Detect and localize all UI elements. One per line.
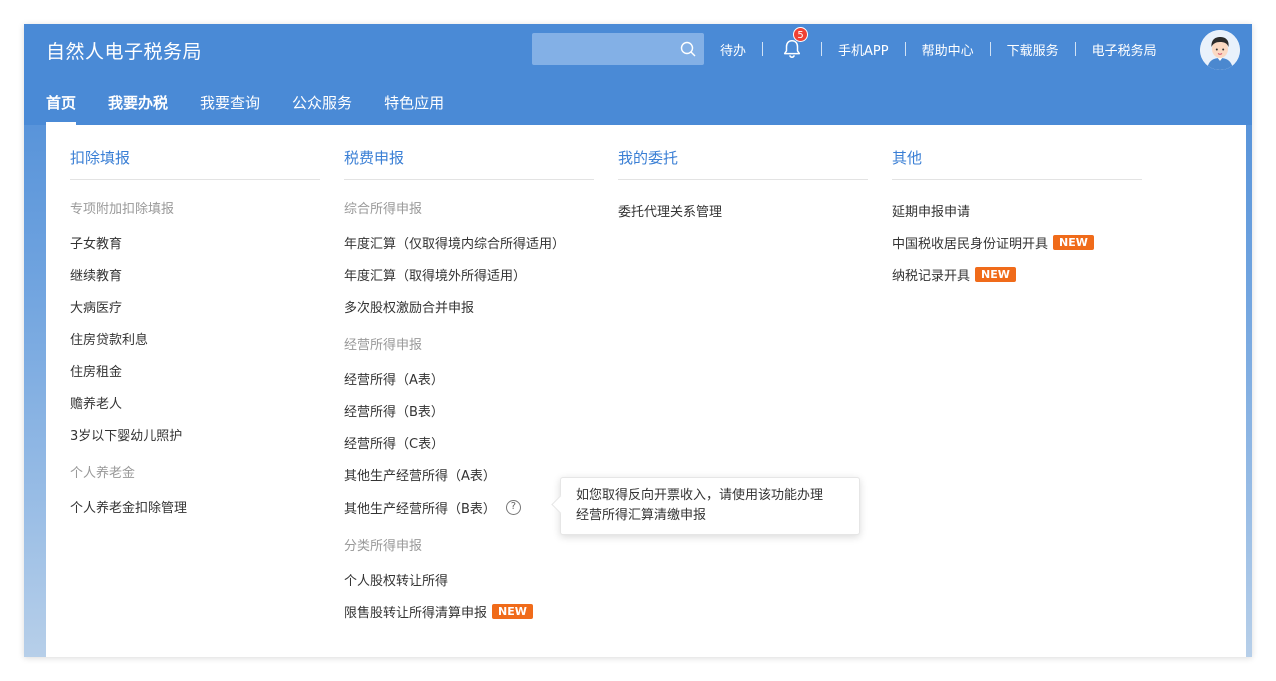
- menu-item-equity-transfer[interactable]: 个人股权转让所得: [344, 570, 448, 589]
- tab-home[interactable]: 首页: [46, 92, 77, 125]
- tab-special-apps[interactable]: 特色应用: [384, 92, 444, 125]
- search-input[interactable]: [532, 33, 704, 65]
- divider: [70, 179, 320, 180]
- declare-title[interactable]: 税费申报: [344, 147, 404, 168]
- deduction-title[interactable]: 扣除填报: [70, 147, 130, 168]
- menu-item-serious-illness[interactable]: 大病医疗: [70, 297, 122, 316]
- menu-item-tax-record[interactable]: 纳税记录开具 NEW: [892, 265, 1016, 284]
- user-avatar-icon: [1200, 30, 1240, 70]
- other-title[interactable]: 其他: [892, 147, 922, 168]
- download-link[interactable]: 下载服务: [991, 40, 1075, 59]
- tab-query[interactable]: 我要查询: [200, 92, 260, 125]
- menu-item-business-a[interactable]: 经营所得（A表）: [344, 369, 444, 388]
- notification-badge: 5: [793, 27, 809, 42]
- e-tax-link[interactable]: 电子税务局: [1076, 40, 1173, 59]
- help-tooltip: 如您取得反向开票收入，请使用该功能办理 经营所得汇算清缴申报: [560, 477, 860, 535]
- tab-tax-handling[interactable]: 我要办税: [108, 92, 168, 125]
- menu-item-annual-domestic[interactable]: 年度汇算（仅取得境内综合所得适用）: [344, 233, 565, 252]
- menu-item-child-education[interactable]: 子女教育: [70, 233, 122, 252]
- tooltip-line-1: 如您取得反向开票收入，请使用该功能办理: [576, 488, 824, 503]
- divider: [892, 179, 1142, 180]
- comprehensive-income-group: 综合所得申报: [344, 202, 423, 217]
- menu-item-business-b[interactable]: 经营所得（B表）: [344, 401, 444, 420]
- menu-item-restricted-shares[interactable]: 限售股转让所得清算申报 NEW: [344, 602, 533, 621]
- menu-item-equity-incentive[interactable]: 多次股权激励合并申报: [344, 297, 474, 316]
- search-icon[interactable]: [680, 41, 696, 57]
- app-window: 自然人电子税务局 待办 5 手机APP 帮助中心 下载服务 电子税务局 首页 我…: [24, 24, 1252, 657]
- avatar[interactable]: [1200, 30, 1240, 70]
- notification-button[interactable]: 5: [763, 24, 821, 74]
- new-badge: NEW: [1053, 234, 1094, 250]
- menu-item-label: 纳税记录开具: [892, 268, 971, 284]
- menu-item-infant-care[interactable]: 3岁以下婴幼儿照护: [70, 425, 182, 444]
- menu-item-tax-residency-cert[interactable]: 中国税收居民身份证明开具 NEW: [892, 233, 1094, 252]
- pension-group: 个人养老金: [70, 466, 136, 481]
- help-circle-icon[interactable]: ?: [505, 499, 521, 515]
- special-deduction-group: 专项附加扣除填报: [70, 202, 175, 217]
- todo-link[interactable]: 待办: [704, 40, 762, 59]
- menu-item-elderly-support[interactable]: 赡养老人: [70, 393, 122, 412]
- new-badge: NEW: [492, 603, 533, 619]
- business-income-group: 经营所得申报: [344, 338, 423, 353]
- entrust-title[interactable]: 我的委托: [618, 147, 678, 168]
- menu-item-annual-overseas[interactable]: 年度汇算（取得境外所得适用）: [344, 265, 526, 284]
- divider: [344, 179, 594, 180]
- tooltip-line-2: 经营所得汇算清缴申报: [576, 508, 707, 523]
- menu-item-label: 限售股转让所得清算申报: [344, 605, 488, 621]
- menu-item-housing-loan[interactable]: 住房贷款利息: [70, 329, 148, 348]
- header-bar: 自然人电子税务局 待办 5 手机APP 帮助中心 下载服务 电子税务局 首页 我…: [24, 24, 1252, 125]
- divider: [618, 179, 868, 180]
- classified-income-group: 分类所得申报: [344, 539, 423, 554]
- dropdown-panel: 扣除填报 专项附加扣除填报 子女教育 继续教育 大病医疗 住房贷款利息 住房租金…: [46, 125, 1246, 657]
- top-links: 待办 5 手机APP 帮助中心 下载服务 电子税务局: [704, 24, 1173, 74]
- tab-public-service[interactable]: 公众服务: [292, 92, 352, 125]
- menu-item-continuing-education[interactable]: 继续教育: [70, 265, 122, 284]
- brand-title: 自然人电子税务局: [46, 41, 203, 63]
- menu-item-label: 其他生产经营所得（B表）: [344, 501, 496, 517]
- menu-item-agency-management[interactable]: 委托代理关系管理: [618, 201, 722, 220]
- menu-item-business-c[interactable]: 经营所得（C表）: [344, 433, 444, 452]
- menu-item-housing-rent[interactable]: 住房租金: [70, 361, 122, 380]
- menu-item-pension-deduction[interactable]: 个人养老金扣除管理: [70, 497, 187, 516]
- main-nav: 首页 我要办税 我要查询 公众服务 特色应用: [46, 92, 476, 125]
- menu-item-other-business-a[interactable]: 其他生产经营所得（A表）: [344, 465, 496, 484]
- mobile-app-link[interactable]: 手机APP: [822, 40, 905, 59]
- menu-item-label: 中国税收居民身份证明开具: [892, 236, 1049, 252]
- help-center-link[interactable]: 帮助中心: [906, 40, 990, 59]
- menu-item-extension-request[interactable]: 延期申报申请: [892, 201, 970, 220]
- new-badge: NEW: [975, 266, 1016, 282]
- menu-item-other-business-b[interactable]: 其他生产经营所得（B表） ?: [344, 498, 521, 517]
